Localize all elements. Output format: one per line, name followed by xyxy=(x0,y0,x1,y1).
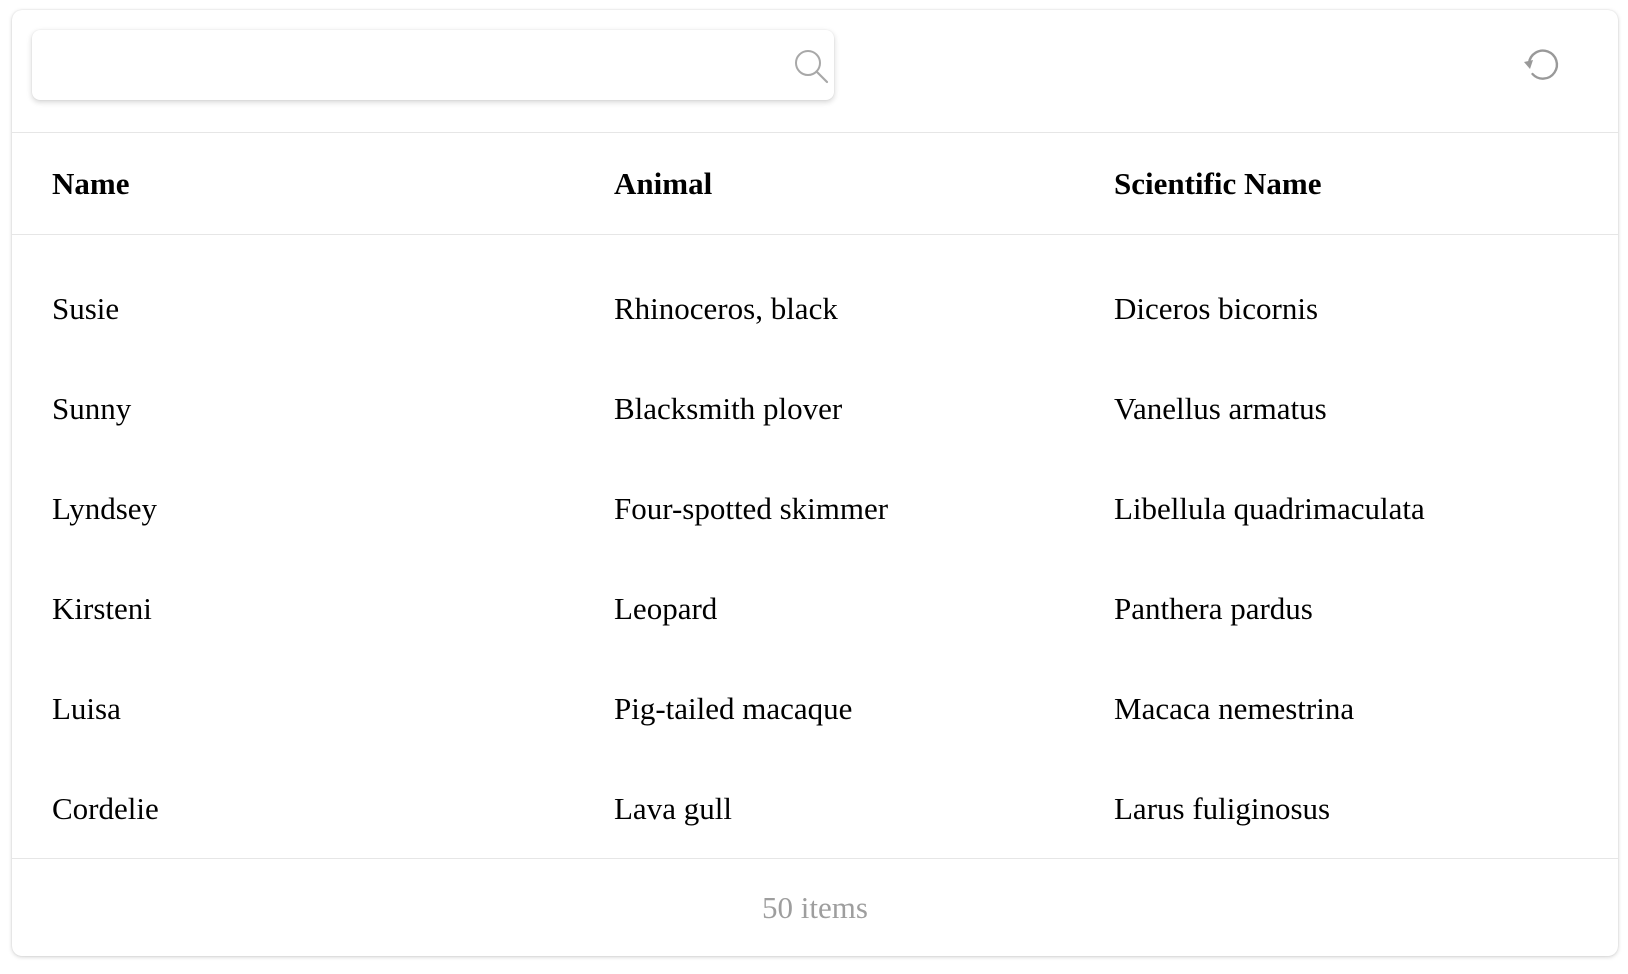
table-row[interactable]: Cordelie Lava gull Larus fuliginosus xyxy=(12,759,1618,859)
table-row[interactable]: Lyndsey Four-spotted skimmer Libellula q… xyxy=(12,459,1618,559)
table-row[interactable]: Luisa Pig-tailed macaque Macaca nemestri… xyxy=(12,659,1618,759)
cell-name: Kirsteni xyxy=(52,591,152,626)
search-icon[interactable] xyxy=(792,47,832,87)
item-count: 50 items xyxy=(762,890,868,925)
table-row[interactable]: Sunny Blacksmith plover Vanellus armatus xyxy=(12,359,1618,459)
cell-animal: Lava gull xyxy=(614,791,732,826)
animals-table: Name Animal Scientific Name Susie Rhinoc… xyxy=(12,133,1618,859)
cell-scientific-name: Macaca nemestrina xyxy=(1114,691,1355,726)
table-header-row: Name Animal Scientific Name xyxy=(12,133,1618,235)
table-row[interactable]: Susie Rhinoceros, black Diceros bicornis xyxy=(12,235,1618,360)
cell-name: Lyndsey xyxy=(52,491,158,526)
cell-scientific-name: Libellula quadrimaculata xyxy=(1114,491,1425,526)
cell-scientific-name: Panthera pardus xyxy=(1114,591,1313,626)
cell-animal: Pig-tailed macaque xyxy=(614,691,853,726)
cell-animal: Four-spotted skimmer xyxy=(614,491,889,526)
column-header-animal[interactable]: Animal xyxy=(614,133,1114,235)
search-input[interactable] xyxy=(50,44,774,88)
grid-footer: 50 items xyxy=(12,858,1618,956)
cell-scientific-name: Diceros bicornis xyxy=(1114,291,1319,326)
cell-animal: Blacksmith plover xyxy=(614,391,843,426)
column-header-scientific-name[interactable]: Scientific Name xyxy=(1114,133,1618,235)
grid-toolbar xyxy=(12,10,1618,133)
cell-name: Luisa xyxy=(52,691,121,726)
data-grid-card: Name Animal Scientific Name Susie Rhinoc… xyxy=(12,10,1618,956)
cell-animal: Rhinoceros, black xyxy=(614,291,838,326)
search-box[interactable] xyxy=(32,30,834,100)
cell-name: Cordelie xyxy=(52,791,159,826)
cell-name: Sunny xyxy=(52,391,132,426)
cell-animal: Leopard xyxy=(614,591,718,626)
cell-scientific-name: Vanellus armatus xyxy=(1114,391,1327,426)
column-header-name[interactable]: Name xyxy=(12,133,614,235)
cell-scientific-name: Larus fuliginosus xyxy=(1114,791,1331,826)
cell-name: Susie xyxy=(52,291,120,326)
refresh-icon[interactable] xyxy=(1520,43,1564,87)
table-row[interactable]: Kirsteni Leopard Panthera pardus xyxy=(12,559,1618,659)
